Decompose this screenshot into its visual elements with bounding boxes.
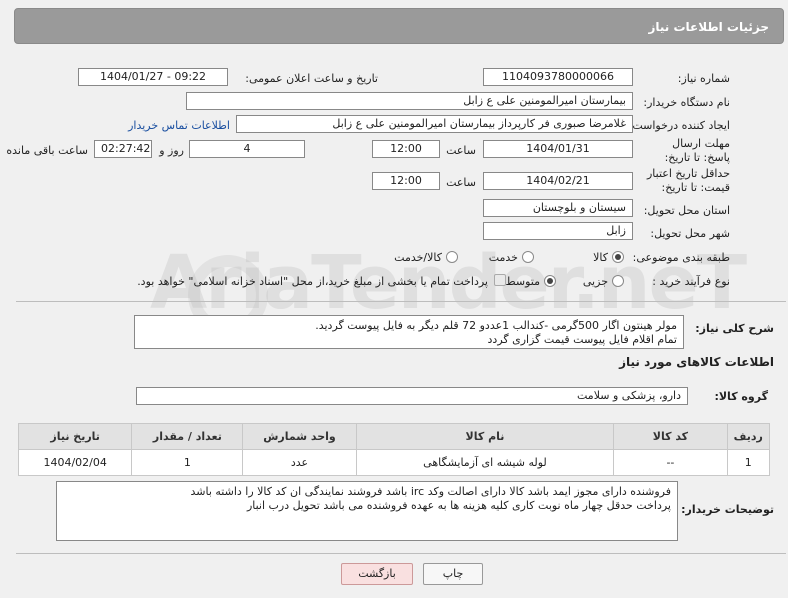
cell-unit: عدد [242,449,357,476]
col-unit: واحد شمارش [242,423,357,450]
col-row: ردیف [726,423,771,450]
remaining-label: ساعت باقی مانده [6,144,88,157]
province-label: استان محل تحویل: [643,204,730,217]
announce-field: 1404/01/27 - 09:22 [78,68,228,86]
price-time-label: ساعت [446,176,476,189]
process-radio-medium[interactable] [544,275,556,287]
cell-name: لوله شیشه ای آزمایشگاهی [355,449,615,476]
price-date-field: 1404/02/21 [483,172,633,190]
category-radio-goods[interactable] [612,251,624,263]
description-label: شرح کلی نیاز: [695,322,774,335]
buyer-notes-line-1: فروشنده دارای مجوز ایمد باشد کالا دارای … [190,485,672,498]
col-code: کد کالا [613,423,728,450]
category-option-goods: کالا [593,251,608,264]
reply-deadline-label: مهلت ارسال پاسخ: تا تاریخ: [664,137,730,164]
cell-qty: 1 [131,449,244,476]
reply-time-label: ساعت [446,144,476,157]
need-number-label: شماره نیاز: [677,72,730,85]
divider-bottom [16,553,786,554]
back-button[interactable]: بازگشت [341,563,413,585]
treasury-note: پرداخت تمام یا بخشی از مبلغ خرید،از محل … [137,275,488,288]
items-table: ردیف کد کالا نام کالا واحد شمارش تعداد /… [17,423,771,476]
category-option-service: خدمت [488,251,518,264]
goods-section-title: اطلاعات کالاهای مورد نیاز [619,355,774,369]
print-button[interactable]: چاپ [423,563,483,585]
divider [16,301,786,302]
province-field: سیستان و بلوچستان [483,199,633,217]
contact-info-link[interactable]: اطلاعات تماس خریدار [128,119,230,132]
days-field: 4 [189,140,305,158]
buyer-notes-line-2: پرداخت حدقل چهار ماه نوبت کاری کلیه هزین… [246,499,671,512]
description-line-2: تمام اقلام فایل پیوست قیمت گزاری گردد [487,333,677,346]
city-label: شهر محل تحویل: [650,227,730,240]
cell-date: 1404/02/04 [17,449,133,476]
process-option-minor: جزیی [582,275,608,288]
goods-group-label: گروه کالا: [714,390,768,403]
creator-label: ایجاد کننده درخواست: [628,119,730,132]
description-line-1: مولر هینتون اگار 500گرمی -کندالب 1عددو 7… [315,319,677,332]
cell-code: -- [613,449,728,476]
treasury-checkbox[interactable] [494,274,506,286]
col-qty: تعداد / مقدار [131,423,244,450]
buyer-notes-textarea[interactable]: فروشنده دارای مجوز ایمد باشد کالا دارای … [56,481,678,541]
price-time-field: 12:00 [372,172,440,190]
reply-time-field: 12:00 [372,140,440,158]
col-name: نام کالا [355,423,615,450]
price-validity-label: حداقل تاریخ اعتبار قیمت: تا تاریخ: [646,167,730,194]
process-option-medium: متوسط [505,275,540,288]
category-option-goods-service: کالا/خدمت [394,251,442,264]
announce-label: تاریخ و ساعت اعلان عمومی: [245,72,378,85]
table-row: 1 -- لوله شیشه ای آزمایشگاهی عدد 1 1404/… [17,449,771,476]
creator-field: غلامرضا صبوری فر کارپرداز بیمارستان امیر… [236,115,633,133]
remaining-time-field: 02:27:42 [94,140,152,158]
cell-row: 1 [726,449,771,476]
page-title: جزئیات اطلاعات نیاز [648,20,769,34]
description-textarea[interactable]: مولر هینتون اگار 500گرمی -کندالب 1عددو 7… [134,315,684,349]
buyer-org-label: نام دستگاه خریدار: [643,96,730,109]
category-radio-goods-service[interactable] [446,251,458,263]
buyer-org-field: بیمارستان امیرالمومنین علی ع زابل [186,92,633,110]
col-date: تاریخ نیاز [17,423,133,450]
page-header: جزئیات اطلاعات نیاز [14,8,784,44]
goods-group-field: دارو، پزشکی و سلامت [136,387,688,405]
city-field: زابل [483,222,633,240]
days-label: روز و [159,144,184,157]
category-label: طبقه بندی موضوعی: [632,251,730,264]
reply-date-field: 1404/01/31 [483,140,633,158]
process-label: نوع فرآیند خرید : [652,275,730,288]
table-header-row: ردیف کد کالا نام کالا واحد شمارش تعداد /… [17,423,771,450]
category-radio-service[interactable] [522,251,534,263]
need-number-field: 1104093780000066 [483,68,633,86]
process-radio-minor[interactable] [612,275,624,287]
buyer-notes-label: توضیحات خریدار: [681,503,774,516]
